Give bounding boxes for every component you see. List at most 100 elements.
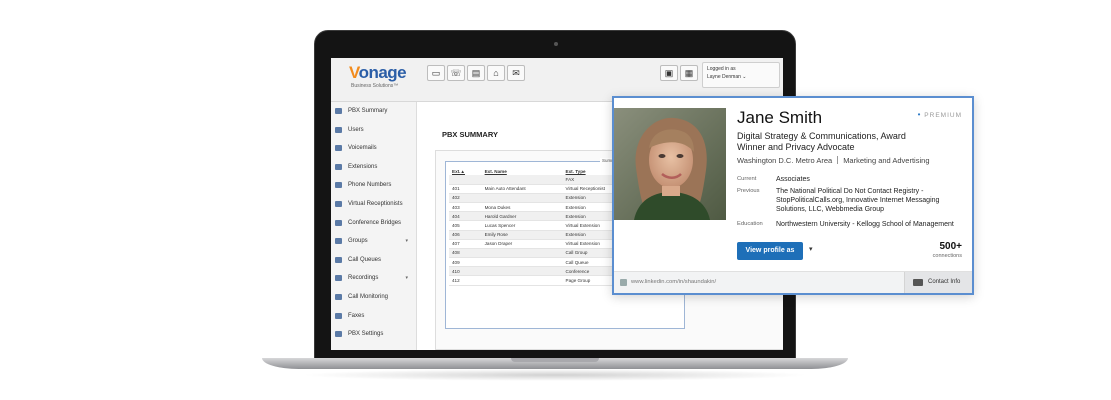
sidebar-item-label: PBX Settings [348,331,384,338]
sidebar-item-label: Faxes [348,312,365,319]
table-cell [481,266,563,277]
profile-location: Washington D.C. Metro Area [737,156,833,165]
table-cell: Mona Dukes [481,202,563,213]
logged-in-user: Layne Denman ⌄ [707,74,747,80]
table-cell: 412 [449,275,482,286]
bank-icon[interactable]: ⌂ [487,65,505,81]
profile-photo [614,108,726,220]
table-cell: 409 [449,257,482,268]
view-profile-button[interactable]: View profile as [737,242,803,260]
table-cell: 405 [449,220,482,231]
sidebar-item-label: Recordings [348,275,379,282]
table-cell: 406 [449,230,482,240]
sidebar-item[interactable]: Groups ▾ [331,232,416,251]
table-cell [481,257,563,268]
sidebar-item[interactable]: Extensions [331,158,416,177]
sidebar-item-label: Call Monitoring [348,293,389,300]
previous-value: The National Political Do Not Contact Re… [776,188,940,213]
contacts-icon[interactable]: ▣ [660,65,678,81]
queue-icon [335,256,342,263]
table-cell [481,175,563,185]
monitoring-icon [335,293,342,300]
current-value: Associates [776,176,810,183]
portrait-image [614,108,726,220]
profile-name: Jane Smith [737,108,823,127]
sidebar-item-label: Voicemails [348,145,377,152]
sidebar-item[interactable]: Recordings ▾ [331,269,416,288]
chart-icon[interactable]: ▤ [467,65,485,81]
chevron-down-icon[interactable]: ▾ [405,269,408,288]
premium-label: PREMIUM [924,112,962,119]
sidebar-item[interactable]: Call Monitoring [331,288,416,307]
toolbar: ▭ ☏ ▤ ⌂ ✉ [427,65,527,81]
chevron-down-icon[interactable]: ▾ [405,232,408,251]
monitor-icon[interactable]: ▭ [427,65,445,81]
sidebar-item[interactable]: Users [331,121,416,140]
table-cell: 407 [449,239,482,249]
camera-dot [554,42,558,46]
location-line: Washington D.C. Metro Area Marketing and … [737,156,930,165]
receptionist-icon [335,200,342,207]
column-header[interactable]: Ext. Name [481,168,563,176]
table-cell: 402 [449,193,482,203]
sidebar-item-label: Conference Bridges [348,219,402,226]
recordings-icon [335,275,342,282]
table-cell: 404 [449,211,482,222]
table-cell [449,175,482,185]
contact-card-icon [913,279,923,286]
contact-info-button[interactable]: Contact Info [904,272,972,293]
current-label: Current [737,176,757,182]
table-cell [481,248,563,259]
location-divider [837,156,839,164]
vonage-logo[interactable]: Vonage Business Solutions™ [337,63,413,97]
fax-icon [335,312,342,319]
calendar-icon[interactable]: ▦ [680,65,698,81]
education-value: Northwestern University - Kellogg School… [776,221,954,228]
groups-icon [335,238,342,245]
sidebar-item[interactable]: PBX Settings [331,325,416,344]
inbox-icon[interactable]: ✉ [507,65,525,81]
sidebar-item[interactable]: PBX Summary [331,102,416,121]
sidebar-item[interactable]: Call Queues [331,251,416,270]
page-title: PBX SUMMARY [442,130,498,139]
sidebar: PBX Summary Users Voicemails Extensions Phon… [331,102,417,350]
connections-label: connections [932,253,962,259]
table-cell [481,193,563,203]
logged-in-box[interactable]: Logged in as Layne Denman ⌄ [702,62,780,88]
settings-icon [335,331,342,338]
table-cell: Emily Rose [481,230,563,240]
education-label: Education [737,221,763,227]
sidebar-item-label: Virtual Receptionists [348,200,403,207]
voicemail-icon [335,145,342,152]
logo-wordmark: Vonage [349,63,407,82]
table-cell: Harold Gardner [481,211,563,222]
sidebar-item[interactable]: Faxes [331,307,416,326]
sidebar-item-label: Call Queues [348,256,382,263]
conference-icon [335,219,342,226]
table-cell: Main Auto Attendant [481,184,563,194]
extensions-icon [335,163,342,170]
table-cell: 410 [449,266,482,277]
sidebar-item[interactable]: Phone Numbers [331,176,416,195]
column-header[interactable]: Ext.▲ [449,168,482,176]
sidebar-item[interactable]: Virtual Receptionists [331,195,416,214]
chevron-down-icon[interactable]: ▾ [809,245,813,253]
profile-card: Jane Smith • PREMIUM Digital Strategy & … [612,96,974,295]
sidebar-item[interactable]: Conference Bridges [331,214,416,233]
profile-industry: Marketing and Advertising [843,156,930,165]
sidebar-item-label: Groups [348,238,368,245]
laptop-notch [511,358,599,362]
card-footer: www.linkedin.com/in/shaundakin/ Contact … [614,271,972,293]
previous-label: Previous [737,188,760,194]
profile-link-icon [620,279,627,286]
logo-tagline: Business Solutions™ [351,83,399,89]
logged-in-label: Logged in as [707,66,736,72]
table-cell: 401 [449,184,482,194]
summary-icon [335,108,342,114]
premium-dot-icon: • [917,110,922,119]
profile-url[interactable]: www.linkedin.com/in/shaundakin/ [631,279,716,285]
phone-icon[interactable]: ☏ [447,65,465,81]
user-icon [335,126,342,133]
sidebar-item[interactable]: Voicemails [331,139,416,158]
contact-info-label: Contact Info [928,279,961,285]
